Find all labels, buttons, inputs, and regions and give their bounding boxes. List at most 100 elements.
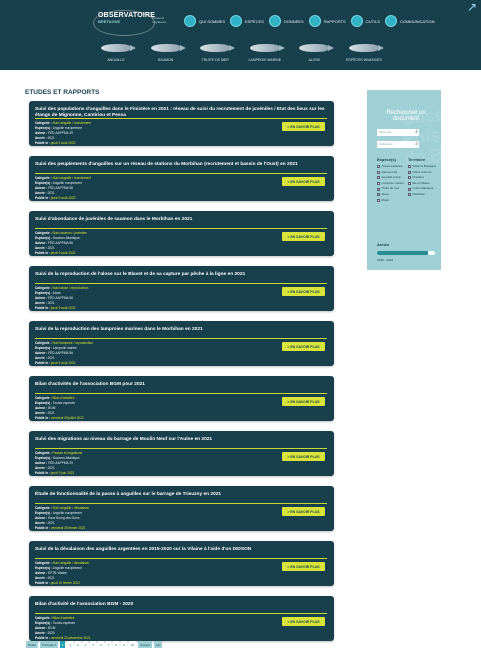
read-more-button[interactable]: > EN SAVOIR PLUS <box>282 397 325 406</box>
logo-note: Poissons migrateurs <box>152 16 167 24</box>
species-checkbox[interactable]: Mulet <box>377 198 406 204</box>
page-start-button[interactable]: Début <box>26 641 39 648</box>
checkbox-icon[interactable] <box>377 182 380 186</box>
checkbox-icon[interactable] <box>377 170 380 174</box>
title-divider <box>35 393 327 394</box>
page-5-button[interactable]: 5 <box>90 641 97 648</box>
document-title[interactable]: Suivi de la reproduction des lamproies m… <box>35 327 329 333</box>
checkbox-icon[interactable] <box>408 165 411 169</box>
checkbox-icon[interactable] <box>377 198 380 202</box>
territory-checkbox[interactable]: Morbihan <box>408 192 438 198</box>
logo-title: OBSERVATOIRE <box>98 12 156 19</box>
page-previous-button[interactable]: Précédent <box>40 641 58 648</box>
document-title[interactable]: Suivi des migrations au niveau du barrag… <box>35 437 329 443</box>
document-list: Suivi des populations d'anguilles dans l… <box>29 101 334 651</box>
page-next-button[interactable]: Suivant <box>138 641 153 648</box>
nav-label: Espèces <box>245 18 264 24</box>
species-invasives[interactable]: Espèces invasives <box>344 38 384 65</box>
read-more-button[interactable]: > EN SAVOIR PLUS <box>282 562 325 571</box>
lamprey-icon <box>249 44 285 52</box>
document-meta: Catégorie : Suivi lamproie / reproductio… <box>35 341 93 365</box>
document-title[interactable]: Bilan d'activité de l'association BGM - … <box>35 602 329 608</box>
page-7-button[interactable]: 7 <box>105 641 112 648</box>
checkbox-icon[interactable] <box>408 187 411 191</box>
people-icon <box>184 15 196 27</box>
search-icon[interactable]: ⌕ <box>415 141 418 148</box>
page-2-button[interactable]: 2 <box>67 641 74 648</box>
checkbox-icon[interactable] <box>377 176 380 180</box>
page-4-button[interactable]: 4 <box>82 641 89 648</box>
search-icon[interactable]: ⌕ <box>415 129 418 136</box>
document-title[interactable]: Suivi de la reproduction de l'alose sur … <box>35 272 329 278</box>
tool-icon <box>350 15 363 27</box>
read-more-button[interactable]: > EN SAVOIR PLUS <box>282 617 325 626</box>
document-card: Bilan d'activités de l'association BGM p… <box>29 376 334 421</box>
document-meta: Catégorie : Bilan d'activités Espèce(s) :… <box>35 616 91 640</box>
checkbox-icon[interactable] <box>377 193 380 197</box>
territory-filter-label: Territoire <box>408 157 426 162</box>
document-card: Suivi de la dévalaison des anguilles arg… <box>29 541 334 586</box>
page: OBSERVATOIRE BRETAGNE Poissons migrateur… <box>0 0 481 652</box>
search-title: Rechercher un document <box>386 110 426 122</box>
read-more-button[interactable]: > EN SAVOIR PLUS <box>282 232 325 241</box>
title-divider <box>35 558 327 559</box>
species-alose[interactable]: Alose <box>294 38 335 65</box>
site-header: OBSERVATOIRE BRETAGNE Poissons migrateur… <box>0 0 481 70</box>
document-title[interactable]: Bilan d'activités de l'association BGM p… <box>35 382 329 388</box>
document-title[interactable]: Suivi de la dévalaison des anguilles arg… <box>35 547 329 553</box>
document-meta: Catégorie : Suivi anguille / dévalaison E… <box>35 506 90 530</box>
year-range-text: 1998 - 2022 <box>377 258 394 262</box>
year-range-slider[interactable] <box>377 251 435 255</box>
page-3-button[interactable]: 3 <box>75 641 81 648</box>
read-more-button[interactable]: > EN SAVOIR PLUS <box>282 122 325 131</box>
page-9-button[interactable]: 9 <box>121 641 127 648</box>
document-title[interactable]: Suivi d'abondance de juvéniles de saumon… <box>35 217 329 223</box>
nav-outils[interactable]: Outils <box>350 13 380 29</box>
read-more-button[interactable]: > EN SAVOIR PLUS <box>282 287 325 296</box>
checkbox-icon[interactable] <box>408 182 411 186</box>
nav-label: Données <box>283 18 304 24</box>
page-end-button[interactable]: Fin <box>154 641 163 648</box>
species-label: Alose <box>308 58 321 62</box>
site-logo[interactable]: OBSERVATOIRE BRETAGNE <box>98 12 156 34</box>
title-divider <box>35 503 327 504</box>
species-saumon[interactable]: Saumon <box>146 38 186 65</box>
species-label: Anguille <box>107 58 125 62</box>
document-card: Suivi des populations d'anguilles dans l… <box>29 101 334 146</box>
read-more-button[interactable]: > EN SAVOIR PLUS <box>282 452 325 461</box>
page-1-button[interactable]: 1 <box>59 641 66 648</box>
page-6-button[interactable]: 6 <box>98 641 104 648</box>
page-10-button[interactable]: 10 <box>128 641 137 648</box>
document-card: Suivi d'abondance de juvéniles de saumon… <box>29 211 334 256</box>
title-divider <box>35 173 327 174</box>
nav-qui-sommes[interactable]: Qui sommes <box>184 13 225 29</box>
nav-rapports[interactable]: Rapports <box>308 13 346 29</box>
nav-donnees[interactable]: Données <box>268 13 304 29</box>
species-truite[interactable]: Truite de mer <box>195 38 236 65</box>
read-more-button[interactable]: > EN SAVOIR PLUS <box>282 177 325 186</box>
keyword-search-input[interactable]: Mots clés ⌕ <box>377 129 419 136</box>
page-8-button[interactable]: 8 <box>113 641 120 648</box>
checkbox-icon[interactable] <box>408 176 411 180</box>
eel-icon <box>101 44 136 52</box>
checkbox-icon[interactable] <box>377 187 380 191</box>
species-anguille[interactable]: Anguille <box>96 38 136 65</box>
read-more-button[interactable]: > EN SAVOIR PLUS <box>282 507 325 516</box>
document-title[interactable]: Suivi des peuplements d'anguilles sur un… <box>35 162 329 168</box>
nav-label: Qui sommes <box>199 18 226 24</box>
checkbox-icon[interactable] <box>408 170 411 174</box>
title-divider <box>35 228 327 229</box>
external-link-icon[interactable]: ↗ <box>467 0 481 14</box>
document-meta: Catégorie : Suivi anguille / recrutement… <box>35 121 185 146</box>
nav-especes[interactable]: Espèces <box>230 13 264 29</box>
species-lamproie[interactable]: Lamproie marine <box>245 38 285 65</box>
checkbox-icon[interactable] <box>408 193 411 197</box>
reference-search-input[interactable]: Référence ⌕ <box>377 141 419 148</box>
nav-communication[interactable]: Communication <box>385 13 434 29</box>
read-more-button[interactable]: > EN SAVOIR PLUS <box>282 342 325 351</box>
document-title[interactable]: Étude de fonctionnalité de la passe à an… <box>35 492 329 498</box>
checkbox-icon[interactable] <box>377 165 380 169</box>
nav-label: Rapports <box>323 18 346 24</box>
title-divider <box>35 118 327 119</box>
document-icon <box>308 15 321 27</box>
